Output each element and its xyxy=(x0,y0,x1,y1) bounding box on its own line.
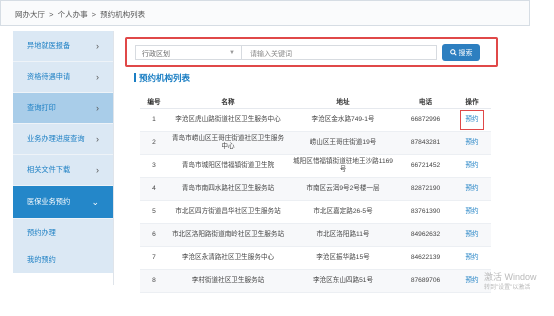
column-header-no: 编号 xyxy=(140,94,168,109)
table-row: 3 青岛市城阳区惜福镇街道卫生院 城阳区惜福镇街道驻地王沙路1169号 6672… xyxy=(140,154,491,178)
table-row: 2 青岛市崂山区王哥庄街道社区卫生服务中心 崂山区王哥庄街道19号 878432… xyxy=(140,131,491,155)
row-no: 8 xyxy=(140,269,168,293)
row-phone: 87689706 xyxy=(398,269,453,293)
appointment-link[interactable]: 预约 xyxy=(465,277,478,284)
chevron-right-icon: › xyxy=(96,72,99,82)
row-address: 城阳区惜福镇街道驻地王沙路1169号 xyxy=(288,154,398,178)
page-title-text: 预约机构列表 xyxy=(139,73,191,83)
keyword-input[interactable]: 请输入关键词 xyxy=(241,45,437,60)
row-no: 1 xyxy=(140,108,168,132)
breadcrumb-home[interactable]: 网办大厅 xyxy=(15,10,45,19)
sidebar-item-appointment[interactable]: 医保业务预约 ⌄ xyxy=(13,186,113,219)
row-phone: 66872996 xyxy=(398,108,453,132)
table-row: 6 市北区洛阳路街道南岭社区卫生服务站 市北区洛阳路11号 84962632 预… xyxy=(140,223,491,247)
appointment-link[interactable]: 预约 xyxy=(460,109,484,130)
appointment-link[interactable]: 预约 xyxy=(465,208,478,215)
row-phone: 82872190 xyxy=(398,177,453,201)
sidebar-item-label: 相关文件下载 xyxy=(27,165,71,174)
chevron-right-icon: › xyxy=(96,41,99,51)
row-phone: 84962632 xyxy=(398,223,453,247)
breadcrumb: 网办大厅 > 个人办事 > 预约机构列表 xyxy=(0,0,530,26)
sidebar-item-label: 查询打印 xyxy=(27,103,56,112)
sidebar-item-remote-medical[interactable]: 异地就医报备 › xyxy=(13,31,113,62)
region-select[interactable]: 行政区划 ▼ xyxy=(135,45,241,60)
appointment-link[interactable]: 预约 xyxy=(465,139,478,146)
appointment-link[interactable]: 预约 xyxy=(465,185,478,192)
breadcrumb-current: 预约机构列表 xyxy=(100,10,146,19)
appointment-link[interactable]: 预约 xyxy=(465,162,478,169)
row-name: 李村街道社区卫生服务站 xyxy=(168,269,288,293)
windows-activation-watermark: 激活 Window 转到"设置"以激活 xyxy=(484,272,537,294)
row-name: 青岛市城阳区惜福镇街道卫生院 xyxy=(168,154,288,178)
table-row: 8 李村街道社区卫生服务站 李沧区东山四路51号 87689706 预约 xyxy=(140,269,491,293)
title-bar-decoration xyxy=(134,73,136,82)
search-icon xyxy=(449,49,457,56)
appointment-link[interactable]: 预约 xyxy=(465,254,478,261)
row-no: 2 xyxy=(140,131,168,155)
sidebar-item-query-print[interactable]: 查询打印 › xyxy=(13,93,113,124)
appointment-link[interactable]: 预约 xyxy=(465,231,478,238)
watermark-line1: 激活 Window xyxy=(484,272,537,282)
chevron-right-icon: › xyxy=(96,165,99,175)
row-address: 李沧区东山四路51号 xyxy=(288,269,398,293)
search-panel: 行政区划 ▼ 请输入关键词 搜索 xyxy=(125,37,498,67)
table-row: 1 李沧区虎山路街道社区卫生服务中心 李沧区金水路749-1号 66872996… xyxy=(140,108,491,132)
divider xyxy=(113,31,114,285)
row-phone: 87843281 xyxy=(398,131,453,155)
row-name: 市北区洛阳路街道南岭社区卫生服务站 xyxy=(168,223,288,247)
watermark-line2: 转到"设置"以激活 xyxy=(484,285,531,291)
sidebar-item-progress[interactable]: 业务办理进度查询 › xyxy=(13,124,113,155)
row-address: 李沧区金水路749-1号 xyxy=(288,108,398,132)
row-address: 市北区嘉定路26-5号 xyxy=(288,200,398,224)
chevron-down-icon: ⌄ xyxy=(91,196,99,207)
column-header-phone: 电话 xyxy=(398,94,453,109)
breadcrumb-personal[interactable]: 个人办事 xyxy=(58,10,88,19)
row-name: 李沧区虎山路街道社区卫生服务中心 xyxy=(168,108,288,132)
sidebar-subitem-my-appointments[interactable]: 我的预约 xyxy=(13,246,113,273)
breadcrumb-separator: > xyxy=(49,10,54,19)
column-header-action: 操作 xyxy=(453,94,491,109)
row-no: 4 xyxy=(140,177,168,201)
chevron-right-icon: › xyxy=(96,134,99,144)
row-address: 市南区云洱9号2号楼一层 xyxy=(288,177,398,201)
sidebar-item-label: 资格待遇申请 xyxy=(27,72,71,81)
row-phone: 66721452 xyxy=(398,154,453,178)
institution-table: 编号 名称 地址 电话 操作 1 李沧区虎山路街道社区卫生服务中心 李沧区金水路… xyxy=(140,94,491,293)
row-name: 青岛市南四水路社区卫生服务站 xyxy=(168,177,288,201)
sidebar-subitem-make-appointment[interactable]: 预约办理 xyxy=(13,219,113,246)
table-row: 5 市北区四方街道昌华社区卫生服务站 市北区嘉定路26-5号 83761390 … xyxy=(140,200,491,224)
row-name: 青岛市崂山区王哥庄街道社区卫生服务中心 xyxy=(168,131,288,155)
sidebar: 异地就医报备 › 资格待遇申请 › 查询打印 › 业务办理进度查询 › 相关文件… xyxy=(13,31,113,273)
row-name: 市北区四方街道昌华社区卫生服务站 xyxy=(168,200,288,224)
search-button-label: 搜索 xyxy=(458,49,473,57)
row-no: 5 xyxy=(140,200,168,224)
row-phone: 83761390 xyxy=(398,200,453,224)
sidebar-item-label: 业务办理进度查询 xyxy=(27,134,85,143)
sidebar-item-label: 异地就医报备 xyxy=(27,41,71,50)
row-address: 市北区洛阳路11号 xyxy=(288,223,398,247)
row-phone: 84622139 xyxy=(398,246,453,270)
row-address: 李沧区振华路15号 xyxy=(288,246,398,270)
table-row: 4 青岛市南四水路社区卫生服务站 市南区云洱9号2号楼一层 82872190 预… xyxy=(140,177,491,201)
page-title: 预约机构列表 xyxy=(134,72,190,84)
sidebar-item-eligibility[interactable]: 资格待遇申请 › xyxy=(13,62,113,93)
column-header-name: 名称 xyxy=(168,94,288,109)
sidebar-item-label: 医保业务预约 xyxy=(27,197,71,206)
caret-down-icon: ▼ xyxy=(229,50,235,56)
chevron-right-icon: › xyxy=(96,103,99,113)
region-select-placeholder: 行政区划 xyxy=(142,51,170,58)
column-header-address: 地址 xyxy=(288,94,398,109)
table-row: 7 李沧区永清路社区卫生服务中心 李沧区振华路15号 84622139 预约 xyxy=(140,246,491,270)
breadcrumb-separator: > xyxy=(91,10,97,19)
row-no: 6 xyxy=(140,223,168,247)
row-no: 7 xyxy=(140,246,168,270)
row-address: 崂山区王哥庄街道19号 xyxy=(288,131,398,155)
table-header-row: 编号 名称 地址 电话 操作 xyxy=(140,94,491,109)
sidebar-item-downloads[interactable]: 相关文件下载 › xyxy=(13,155,113,186)
row-name: 李沧区永清路社区卫生服务中心 xyxy=(168,246,288,270)
search-button[interactable]: 搜索 xyxy=(442,44,480,61)
row-no: 3 xyxy=(140,154,168,178)
